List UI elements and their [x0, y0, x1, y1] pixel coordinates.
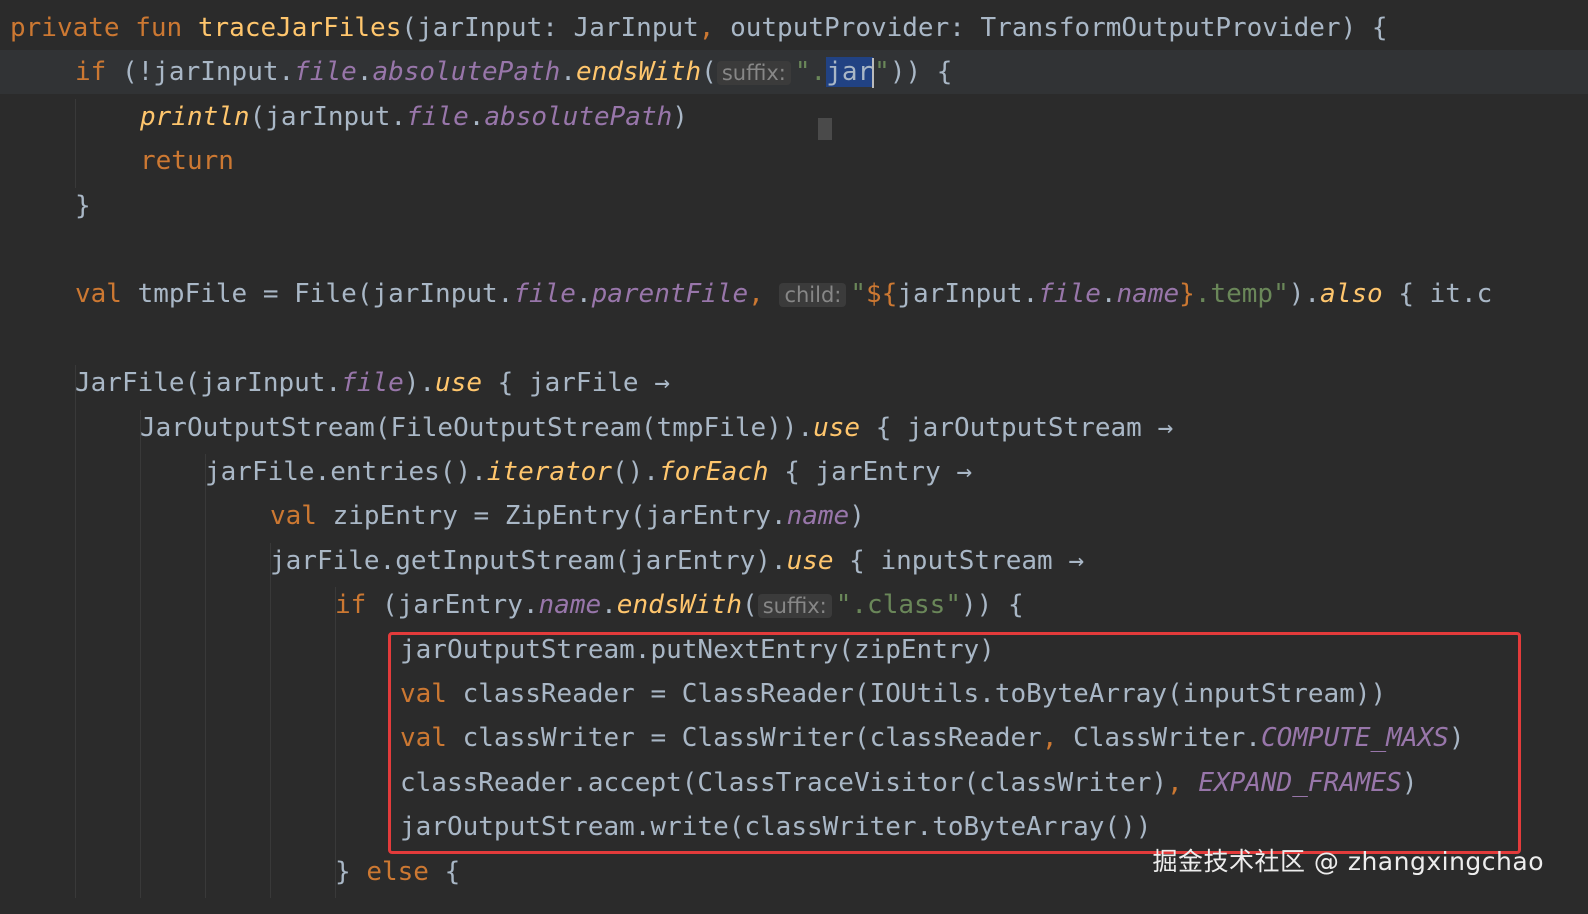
code-token: outputProvider: TransformOutputProvider)…	[730, 13, 1388, 43]
watermark: 掘金技术社区 @ zhangxingchao	[1152, 847, 1544, 876]
code-token: ,	[698, 13, 731, 43]
code-token: ().	[612, 457, 659, 487]
highlight-box	[388, 632, 1521, 854]
code-token: file	[406, 101, 469, 132]
code-token: (	[742, 590, 758, 621]
code-token: zipEntry = ZipEntry(jarEntry.	[332, 501, 787, 532]
code-token: endsWith	[575, 57, 702, 88]
code-token: .	[575, 279, 592, 310]
code-token: )	[849, 501, 865, 532]
code-token: }	[1179, 279, 1195, 310]
code-token: val	[75, 279, 138, 310]
code-line[interactable]: JarOutputStream(FileOutputStream(tmpFile…	[10, 406, 1173, 450]
code-token: jarFile.getInputStream(jarEntry).	[270, 545, 787, 576]
code-token: "	[874, 57, 890, 88]
code-line[interactable]: val zipEntry = ZipEntry(jarEntry.name)	[10, 494, 865, 538]
code-token: use	[786, 545, 834, 576]
code-line[interactable]: if (!jarInput.file.absolutePath.endsWith…	[0, 50, 1588, 95]
code-token: file	[513, 279, 576, 310]
code-line[interactable]: if (jarEntry.name.endsWith(suffix: ".clas…	[10, 583, 1024, 627]
code-token: (jarInput.	[249, 101, 407, 132]
code-token: println	[140, 101, 250, 132]
code-line[interactable]: return	[10, 139, 234, 183]
code-token: return	[140, 146, 234, 177]
code-token: jarInput.	[897, 279, 1039, 310]
code-token: name	[786, 501, 850, 532]
code-token: }	[335, 856, 367, 887]
code-token: (jarInput: JarInput	[401, 13, 699, 43]
code-token: parentFile	[591, 279, 749, 310]
code-line[interactable]: jarFile.entries().iterator().forEach { j…	[10, 450, 972, 494]
code-token: ).	[1288, 279, 1321, 310]
code-token: .	[1100, 279, 1117, 310]
code-token: traceJarFiles	[197, 13, 402, 43]
code-token: { inputStream →	[833, 545, 1084, 576]
code-token: ${	[866, 279, 898, 310]
code-token: (	[701, 57, 717, 88]
code-line[interactable]: } else {	[10, 850, 460, 894]
code-token: )) {	[889, 57, 953, 88]
selected-text: jar	[826, 57, 874, 88]
code-token: fun	[135, 13, 198, 43]
code-token: if	[335, 590, 382, 621]
code-token: JarFile(jarInput.	[75, 368, 342, 399]
code-token: )	[672, 101, 688, 132]
code-token: name	[538, 590, 602, 621]
code-token: }	[75, 190, 91, 221]
code-token: jarFile.entries().	[205, 457, 487, 487]
code-token: "	[850, 279, 867, 310]
code-token: )) {	[960, 590, 1024, 621]
code-token: also	[1320, 279, 1383, 310]
code-token: ,	[748, 279, 780, 310]
code-token: (!jarInput.	[121, 57, 295, 88]
code-token: { it.c	[1382, 279, 1493, 310]
code-token: file	[1038, 279, 1101, 310]
code-line[interactable]: JarFile(jarInput.file).use { jarFile →	[10, 361, 670, 405]
code-editor[interactable]: private fun traceJarFiles(jarInput: JarI…	[0, 0, 1588, 914]
code-token: ).	[403, 368, 436, 399]
code-token: tmpFile = File(jarInput.	[137, 279, 514, 310]
code-token: (jarEntry.	[381, 590, 539, 621]
code-line[interactable]: private fun traceJarFiles(jarInput: JarI…	[10, 6, 1388, 50]
code-token: { jarEntry →	[768, 457, 973, 487]
code-token: private	[10, 13, 136, 43]
code-token: absolutePath	[484, 101, 673, 132]
code-token: absolutePath	[372, 57, 561, 88]
code-token: .	[468, 101, 485, 132]
code-token: endsWith	[616, 590, 743, 621]
code-token: JarOutputStream(FileOutputStream(tmpFile…	[140, 412, 814, 443]
parameter-hint: suffix:	[716, 61, 791, 86]
code-token: forEach	[658, 457, 769, 487]
code-token: name	[1116, 279, 1180, 310]
code-line[interactable]: jarFile.getInputStream(jarEntry).use { i…	[10, 539, 1084, 583]
code-token: { jarFile →	[482, 368, 670, 399]
code-token: iterator	[486, 457, 612, 487]
code-token: { jarOutputStream →	[860, 412, 1174, 443]
code-token: if	[75, 57, 122, 88]
code-token: ".class"	[835, 590, 961, 621]
code-line[interactable]: println(jarInput.file.absolutePath)	[10, 95, 688, 139]
code-token: file	[341, 368, 404, 399]
code-token: ".	[794, 57, 827, 88]
code-token: val	[270, 501, 333, 532]
parameter-hint: child:	[779, 283, 847, 308]
code-token: .	[356, 57, 373, 88]
code-line[interactable]: val tmpFile = File(jarInput.file.parentF…	[10, 272, 1492, 316]
code-token: use	[813, 412, 861, 443]
code-token: .temp"	[1194, 279, 1289, 310]
code-line[interactable]: }	[10, 184, 91, 228]
code-token: .	[601, 590, 617, 621]
parameter-hint: suffix:	[757, 594, 832, 619]
code-token: {	[444, 856, 461, 887]
code-token: else	[366, 856, 445, 887]
code-token: use	[435, 368, 483, 399]
code-token: file	[294, 57, 357, 88]
code-token: .	[560, 57, 576, 88]
scroll-marker	[818, 118, 832, 140]
